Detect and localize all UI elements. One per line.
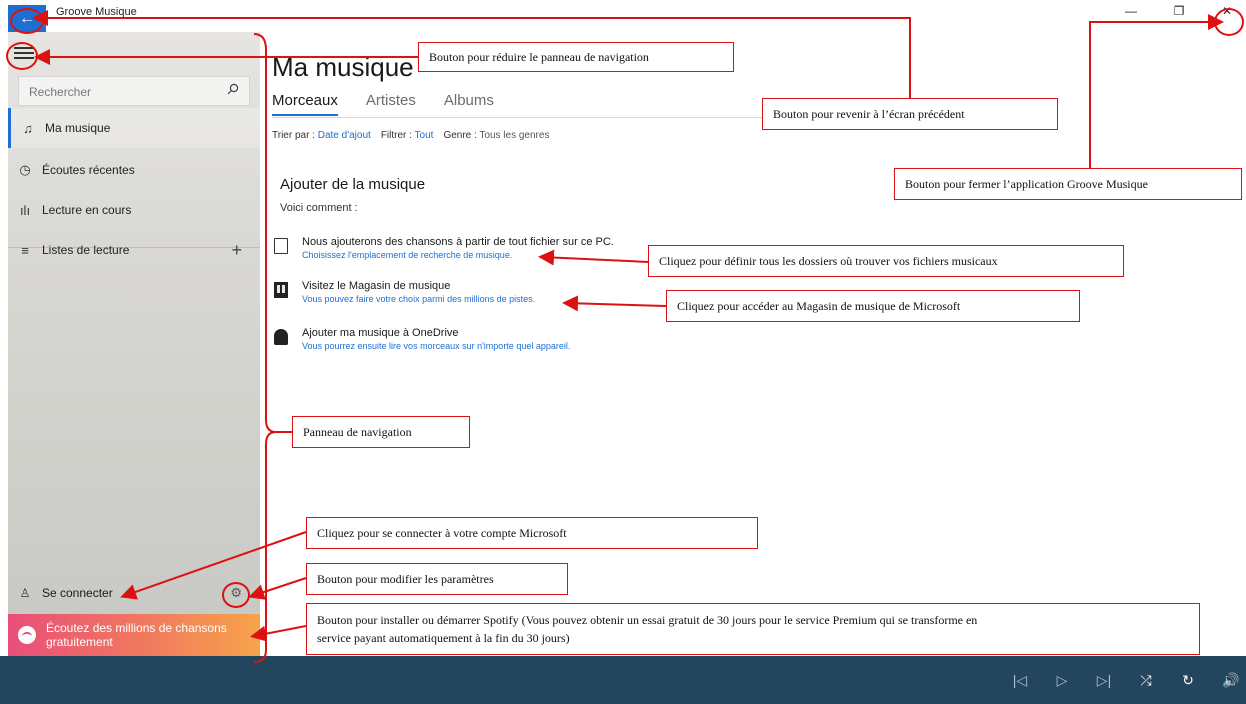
highlight-ring	[222, 582, 250, 608]
annotation-settings: Bouton pour modifier les paramètres	[306, 563, 568, 595]
annotation-close: Bouton pour fermer l’application Groove …	[894, 168, 1242, 200]
annotation-folders: Cliquez pour définir tous les dossiers o…	[648, 245, 1124, 277]
annotation-collapse: Bouton pour réduire le panneau de naviga…	[418, 42, 734, 72]
annotation-arrows	[32, 10, 1224, 663]
annotation-spotify-line-1: Bouton pour installer ou démarrer Spotif…	[317, 613, 978, 627]
annotation-spotify: Bouton pour installer ou démarrer Spotif…	[306, 603, 1200, 655]
annotation-nav-panel: Panneau de navigation	[292, 416, 470, 448]
highlight-ring	[10, 8, 44, 34]
highlight-ring	[1214, 8, 1244, 36]
annotation-store: Cliquez pour accéder au Magasin de musiq…	[666, 290, 1080, 322]
highlight-ring	[6, 42, 38, 70]
annotation-account: Cliquez pour se connecter à votre compte…	[306, 517, 758, 549]
annotation-spotify-line-2: service payant automatiquement à la fin …	[317, 631, 570, 645]
annotation-back: Bouton pour revenir à l’écran précédent	[762, 98, 1058, 130]
